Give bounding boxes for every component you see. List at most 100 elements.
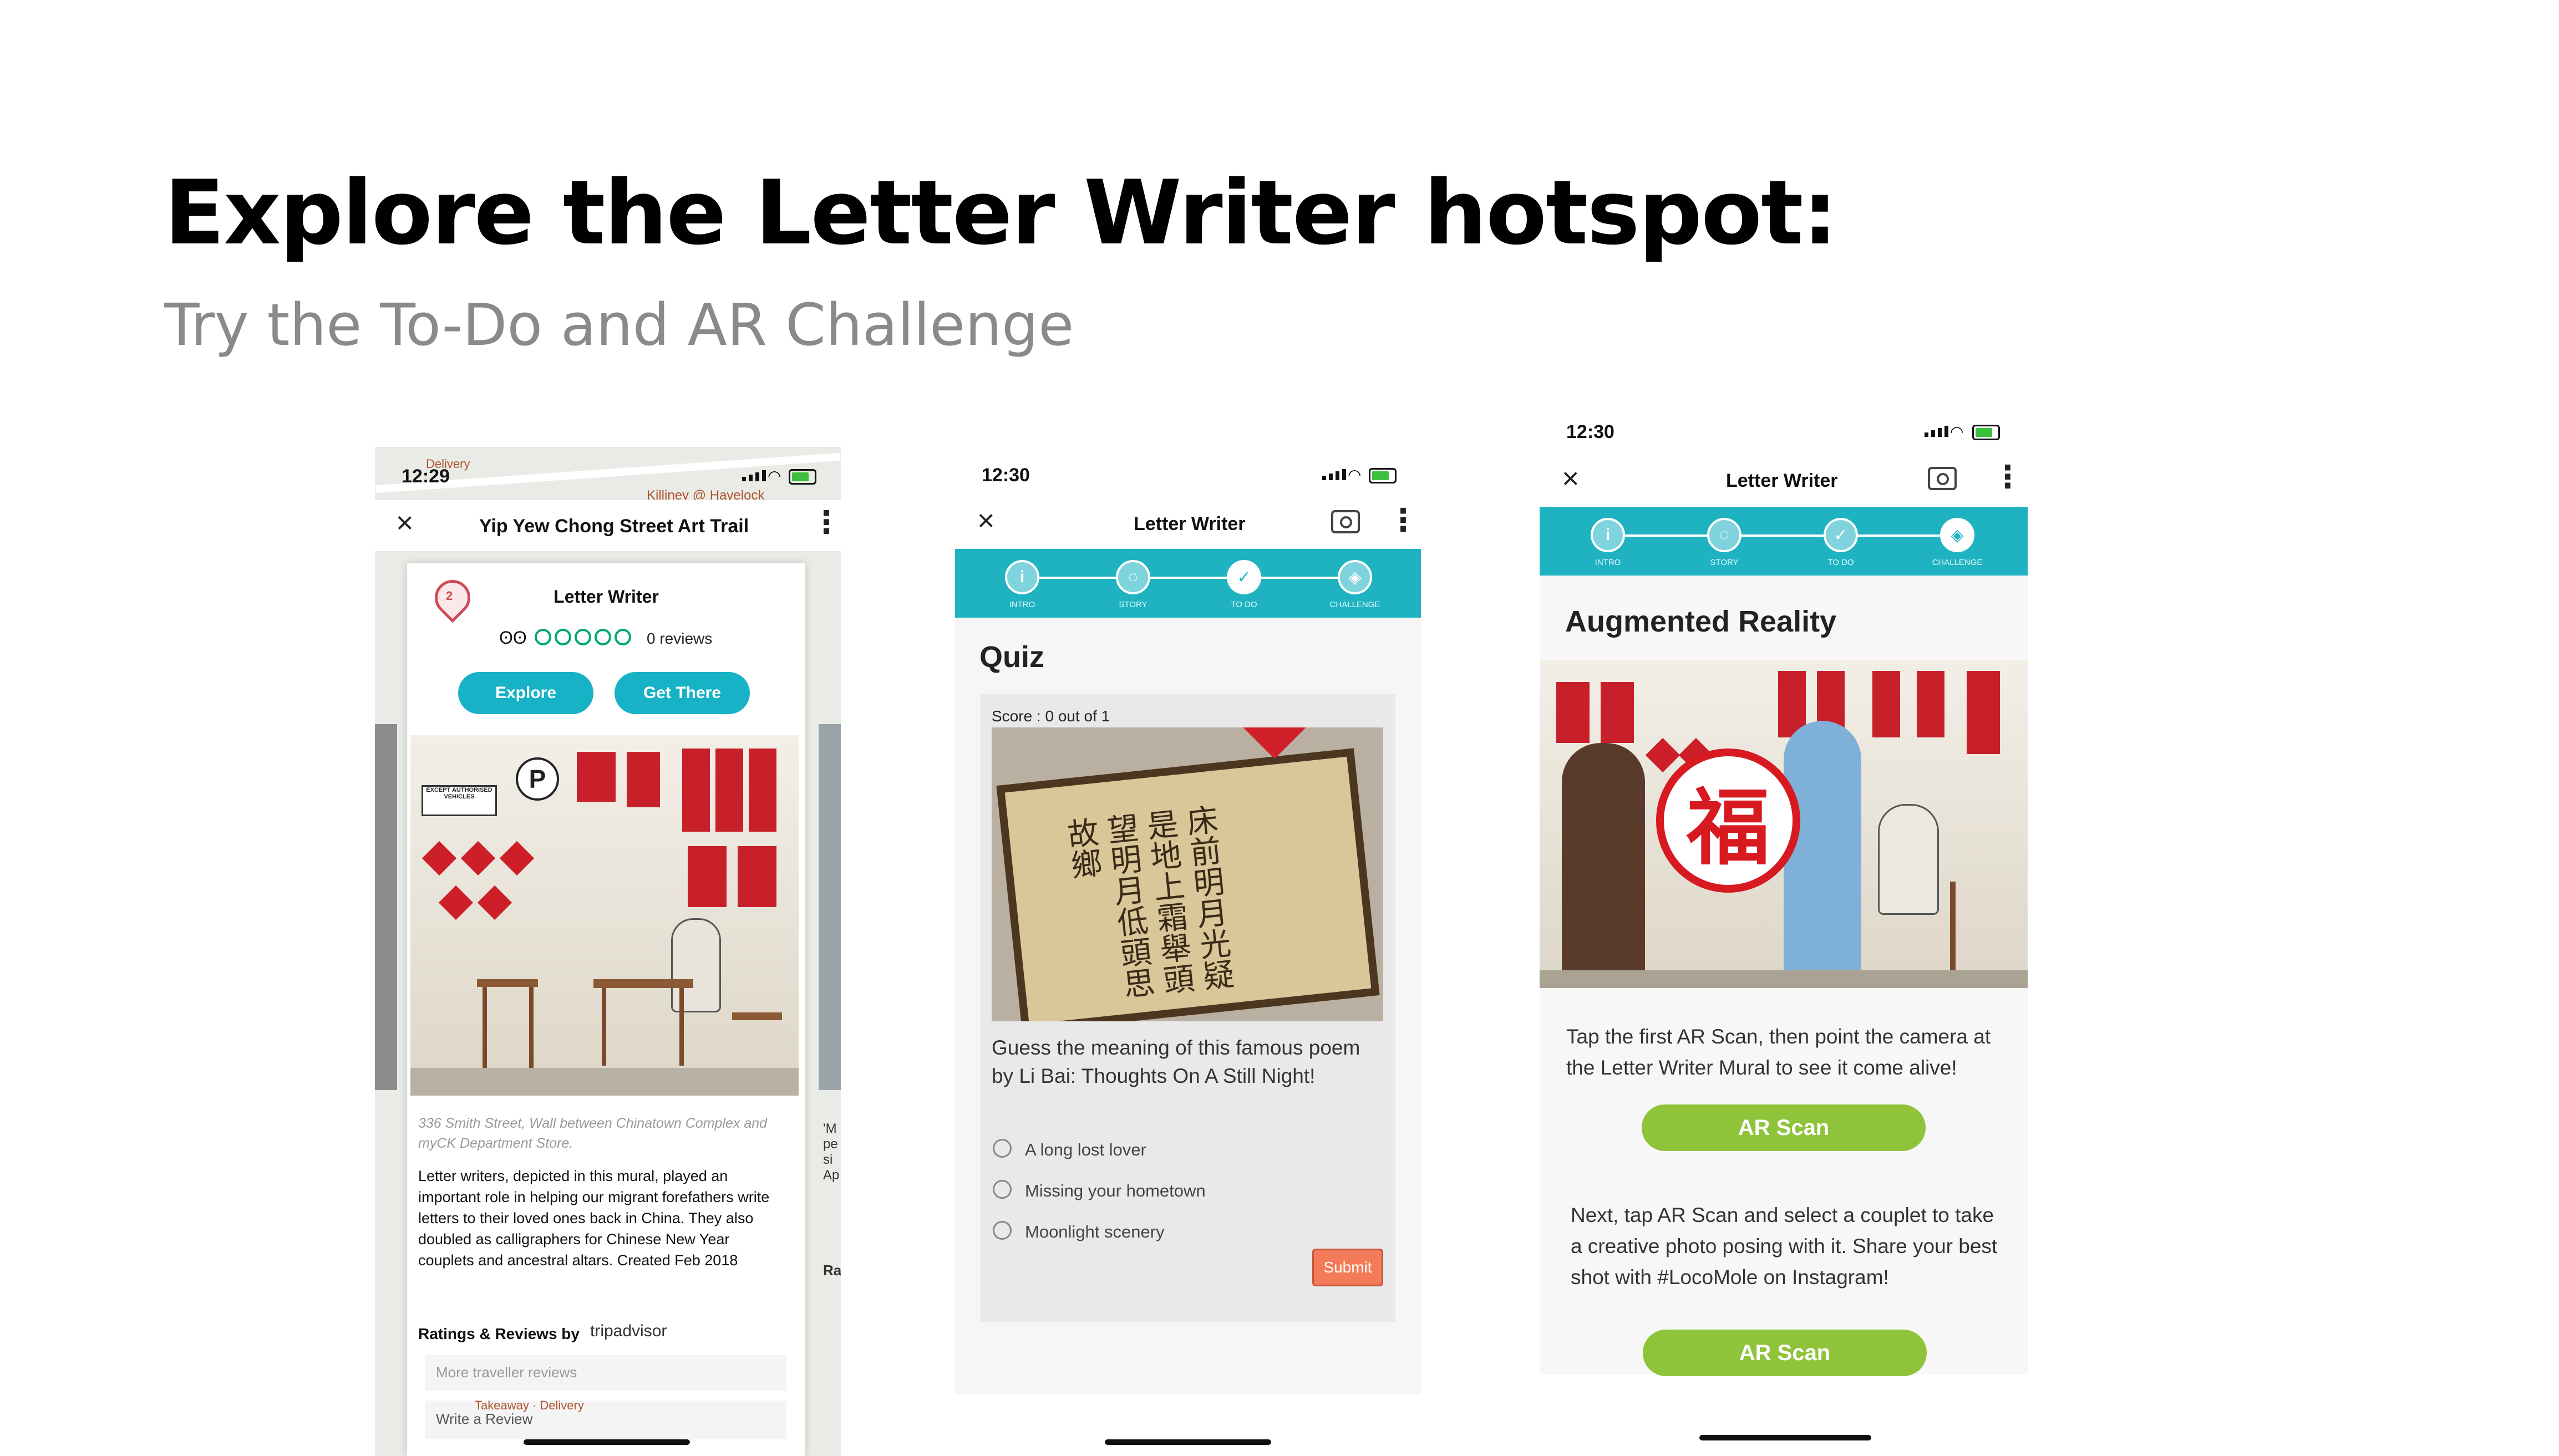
couplet-banner — [1917, 671, 1944, 737]
couplet-banner — [577, 752, 616, 802]
close-icon[interactable]: × — [396, 508, 414, 538]
poem-characters: 床前明月光疑是地上霜舉頭望明月低頭思故鄉 — [1060, 803, 1236, 1001]
explore-button[interactable]: Explore — [458, 672, 593, 714]
signal-icon — [1925, 426, 1948, 437]
close-icon[interactable]: × — [1562, 464, 1580, 493]
ar-scan-button[interactable]: AR Scan — [1642, 1104, 1926, 1151]
couplet-banner — [1967, 671, 2000, 754]
vehicle-sign: EXCEPT AUTHORISED VEHICLES — [422, 785, 497, 816]
couplet-banner — [1872, 671, 1900, 737]
couplet-banner — [749, 749, 776, 832]
couplet-diamond — [460, 841, 496, 876]
tripadvisor-owl-icon: ʘʘ — [499, 628, 527, 648]
battery-icon — [1369, 468, 1397, 483]
ar-scan-button[interactable]: AR Scan — [1643, 1330, 1927, 1376]
step-intro-icon[interactable]: i — [1591, 518, 1625, 552]
phone-screenshot-ar-challenge: 12:30 ◠ × Letter Writer ⋮ i ◌ ✓ ◈ INTRO … — [1540, 405, 2028, 1447]
home-indicator — [1699, 1435, 1871, 1440]
couplet-banner — [627, 752, 660, 807]
option-radio[interactable] — [993, 1139, 1012, 1158]
submit-button[interactable]: Submit — [1312, 1249, 1383, 1286]
mural-floor — [1540, 970, 2028, 988]
more-menu-icon[interactable]: ⋮ — [811, 507, 841, 538]
step-story-icon[interactable]: ◌ — [1707, 518, 1741, 552]
progress-stepper: i ◌ ✓ ◈ INTRO STORY TO DO CHALLENGE — [955, 549, 1421, 618]
home-indicator — [524, 1439, 690, 1445]
signal-icon — [742, 470, 766, 481]
couplet-banner — [1601, 682, 1634, 743]
peek-card-right — [819, 724, 841, 1090]
step-todo-icon[interactable]: ✓ — [1824, 518, 1858, 552]
step-label: TO DO — [1827, 558, 1854, 567]
table-leg — [602, 988, 606, 1066]
couplet-diamond — [1645, 737, 1680, 773]
camera-icon[interactable] — [1331, 510, 1360, 533]
quiz-score: Score : 0 out of 1 — [992, 707, 1110, 725]
ratings-label: Ratings & Reviews by — [418, 1325, 580, 1342]
couplet-diamond — [438, 885, 474, 920]
wifi-icon: ◠ — [1348, 466, 1362, 483]
more-reviews-label: More traveller reviews — [436, 1364, 577, 1381]
option-radio[interactable] — [993, 1221, 1012, 1240]
chair-leg — [529, 987, 534, 1076]
slide-subtitle: Try the To-Do and AR Challenge — [164, 291, 1074, 359]
more-reviews-link[interactable]: More traveller reviews — [425, 1355, 786, 1391]
home-indicator — [1105, 1439, 1271, 1445]
peek-card-left — [375, 724, 397, 1090]
step-todo-icon[interactable]: ✓ — [1227, 560, 1261, 594]
stepper-line — [1022, 577, 1354, 579]
status-time: 12:30 — [1566, 421, 1614, 442]
step-story-icon[interactable]: ◌ — [1116, 560, 1150, 594]
step-intro-icon[interactable]: i — [1005, 560, 1039, 594]
review-count: 0 reviews — [647, 630, 713, 647]
couplet-banner — [738, 846, 776, 907]
progress-stepper: i ◌ ✓ ◈ INTRO STORY TO DO CHALLENGE — [1540, 507, 2028, 576]
get-there-button[interactable]: Get There — [615, 672, 750, 714]
quiz-question: Guess the meaning of this famous poem by… — [992, 1036, 1360, 1087]
wifi-icon: ◠ — [1950, 423, 1964, 440]
mural-stool — [732, 1012, 782, 1020]
signal-icon — [1322, 469, 1346, 480]
map-label-bottom: Takeaway · Delivery — [475, 1398, 584, 1412]
option-label[interactable]: Moonlight scenery — [1025, 1222, 1165, 1242]
option-label[interactable]: A long lost lover — [1025, 1140, 1146, 1160]
hotspot-card[interactable]: 2 Letter Writer ʘʘ 0 reviews Explore Get… — [407, 563, 805, 1456]
chair-leg — [483, 987, 487, 1076]
step-challenge-icon[interactable]: ◈ — [1338, 560, 1372, 594]
rating-bubbles — [535, 629, 631, 645]
more-menu-icon[interactable]: ⋮ — [1992, 461, 2023, 492]
address-text: 336 Smith Street, Wall between Chinatown… — [418, 1116, 768, 1151]
status-time: 12:29 — [402, 466, 450, 487]
option-label[interactable]: Missing your hometown — [1025, 1181, 1206, 1201]
step-label: STORY — [1119, 600, 1148, 609]
quiz-title: Quiz — [979, 640, 1044, 674]
tripadvisor-logo: tripadvisor — [590, 1322, 667, 1340]
section-title: Augmented Reality — [1565, 605, 1837, 638]
step-label: CHALLENGE — [1932, 558, 1983, 567]
mural-floor — [410, 1068, 799, 1096]
trail-title: Yip Yew Chong Street Art Trail — [479, 516, 749, 537]
close-icon[interactable]: × — [977, 506, 995, 536]
app-title: Letter Writer — [1726, 470, 1838, 491]
fu-character: 福 — [1686, 778, 1770, 877]
peek-text-right-ratings: Ra — [823, 1262, 841, 1279]
ar-photo: 福 — [1540, 660, 2028, 988]
camera-icon[interactable] — [1928, 467, 1957, 490]
phone-screenshot-trail: Killiney @ Havelock Delivery 12:29 ◠ × Y… — [375, 447, 841, 1456]
stool-leg — [1950, 882, 1956, 976]
write-review-label: Write a Review — [436, 1411, 533, 1427]
couplet-diamond — [477, 885, 512, 920]
mural-table — [593, 979, 693, 988]
poem-photo: 床前明月光疑是地上霜舉頭望明月低頭思故鄉 — [992, 727, 1383, 1021]
phone-screenshot-quiz: 12:30 ◠ × Letter Writer ⋮ i ◌ ✓ ◈ INTRO … — [955, 447, 1421, 1456]
step-challenge-icon[interactable]: ◈ — [1940, 518, 1974, 552]
mural-chair — [477, 979, 538, 987]
mural-photo: EXCEPT AUTHORISED VEHICLES P — [410, 735, 799, 1096]
option-radio[interactable] — [993, 1180, 1012, 1199]
more-menu-icon[interactable]: ⋮ — [1388, 505, 1419, 536]
status-time: 12:30 — [982, 465, 1030, 486]
couplet-banner — [715, 749, 743, 832]
couplet-banner — [1556, 682, 1590, 743]
mural-figure — [1878, 804, 1939, 915]
letter-writer-figure — [671, 918, 721, 1012]
